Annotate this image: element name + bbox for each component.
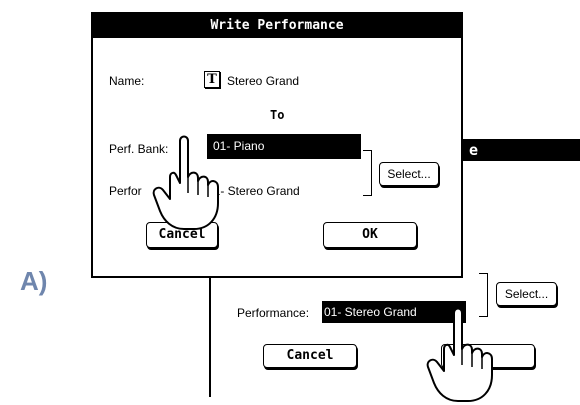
background-dialog-title: e bbox=[469, 141, 479, 159]
bracket-divider bbox=[363, 150, 372, 196]
pointing-hand-icon bbox=[152, 135, 219, 230]
pointing-hand-icon bbox=[426, 307, 493, 402]
cancel-button[interactable]: Cancel bbox=[263, 344, 357, 368]
to-label: To bbox=[270, 108, 285, 122]
name-value: Stereo Grand bbox=[227, 74, 300, 88]
step-label: A) bbox=[20, 266, 48, 296]
select-button[interactable]: Select... bbox=[379, 162, 439, 186]
dialog-title: Write Performance bbox=[93, 14, 461, 38]
performance-label: Performance: bbox=[237, 306, 310, 320]
select-button[interactable]: Select... bbox=[496, 282, 557, 306]
write-performance-dialog: Write Performance Name: T Stereo Grand T… bbox=[91, 12, 463, 278]
text-edit-icon[interactable]: T bbox=[204, 71, 220, 88]
ok-button[interactable]: OK bbox=[323, 222, 417, 248]
perf-bank-field[interactable]: 01- Piano bbox=[207, 134, 361, 159]
performance-label: Perfor bbox=[109, 184, 142, 198]
name-label: Name: bbox=[109, 74, 145, 88]
